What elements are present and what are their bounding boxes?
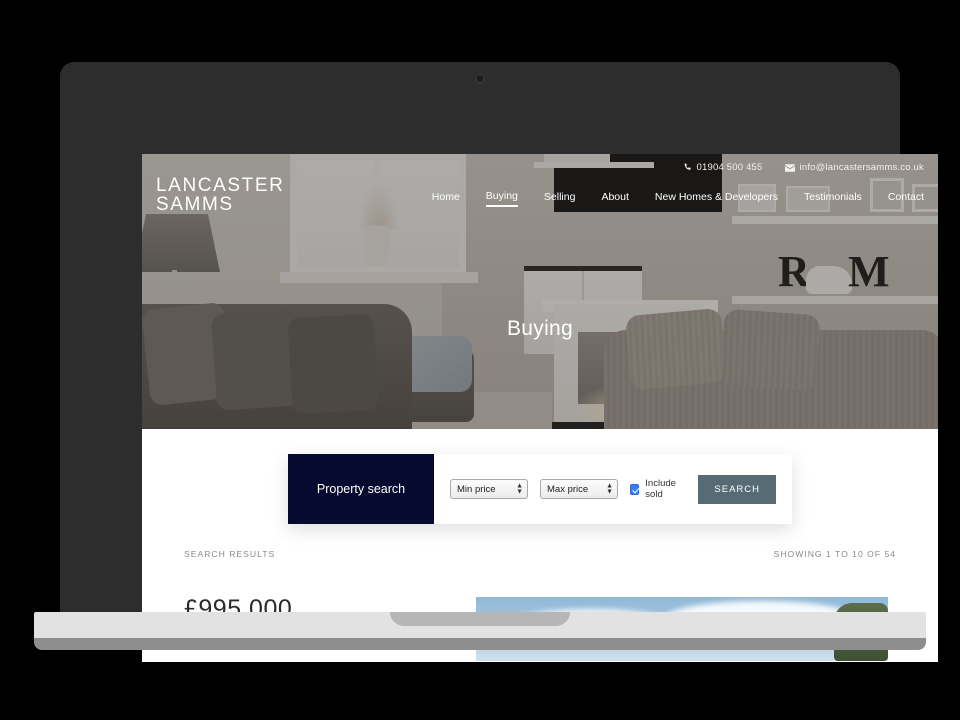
nav-item-about[interactable]: About [601,191,628,206]
laptop-base-notch [390,612,570,626]
property-search-card: Property search Min price ▲▼ Max price [288,454,792,524]
include-sold-label: Include sold [645,478,676,500]
include-sold-checkbox-row[interactable]: Include sold [630,478,686,500]
phone-link[interactable]: 01904 500 455 [683,162,763,173]
results-header-row: SEARCH RESULTS SHOWING 1 TO 10 OF 54 [184,549,896,559]
search-results-heading: SEARCH RESULTS [184,549,276,559]
nav-item-buying[interactable]: Buying [485,190,518,207]
nav-item-selling[interactable]: Selling [544,191,576,206]
email-link[interactable]: info@lancastersamms.co.uk [784,162,924,173]
property-search-controls: Min price ▲ ▼ Max price ▲ ▼ Include sold… [434,454,792,524]
results-showing-count: SHOWING 1 TO 10 OF 54 [773,549,896,559]
hero-section: R M 01904 500 455 info@lancastersamms.co… [142,154,938,429]
logo-line-1: LANCASTER [156,175,285,196]
min-price-select[interactable]: Min price [450,479,528,500]
envelope-icon [784,163,795,172]
top-contact-bar: 01904 500 455 info@lancastersamms.co.uk [683,162,924,173]
min-price-select-wrapper: Min price ▲ ▼ [450,479,528,500]
screenshot-stage: R M 01904 500 455 info@lancastersamms.co… [0,0,960,720]
webcam-icon [475,74,485,83]
max-price-select[interactable]: Max price [540,479,618,500]
include-sold-checkbox[interactable] [630,483,640,495]
laptop-lid: R M 01904 500 455 info@lancastersamms.co… [60,62,938,662]
main-navigation: Home Buying Selling About New Homes & De… [432,190,924,207]
site-logo[interactable]: LANCASTER SAMMS [156,176,284,215]
nav-item-contact[interactable]: Contact [888,191,924,206]
search-button[interactable]: SEARCH [698,474,776,504]
page-title: Buying [506,317,573,340]
max-price-select-wrapper: Max price ▲ ▼ [540,479,618,500]
phone-icon [683,163,692,172]
nav-item-new-homes[interactable]: New Homes & Developers [655,191,778,206]
nav-item-testimonials[interactable]: Testimonials [804,191,862,206]
email-address: info@lancastersamms.co.uk [799,162,924,173]
laptop-screen: R M 01904 500 455 info@lancastersamms.co… [142,154,938,662]
phone-number: 01904 500 455 [696,162,763,173]
property-search-label: Property search [288,454,434,524]
laptop-base-edge [34,638,926,650]
logo-line-2: SAMMS [156,194,234,216]
nav-item-home[interactable]: Home [432,191,460,206]
